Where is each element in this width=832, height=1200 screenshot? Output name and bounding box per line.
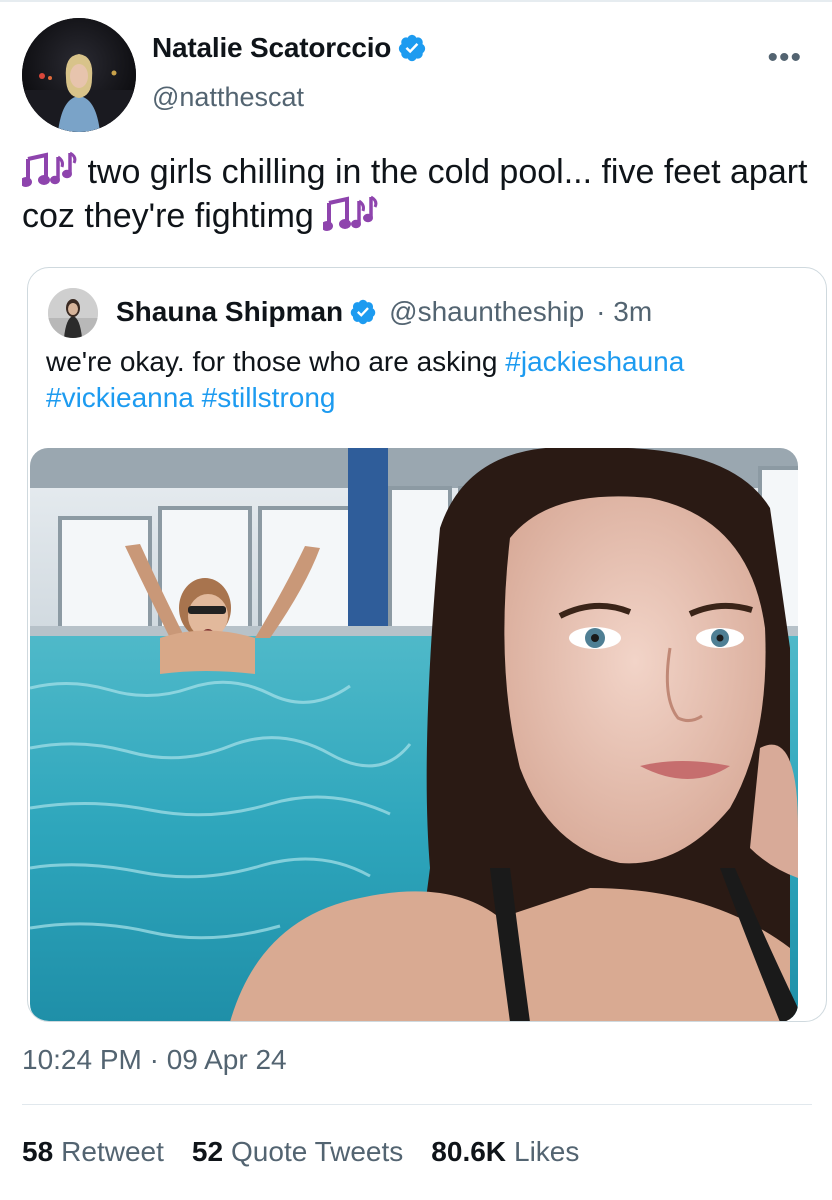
quoted-time: · 3m (596, 296, 653, 327)
likes-stat[interactable]: 80.6K Likes (431, 1136, 579, 1168)
verified-badge-icon (350, 299, 376, 325)
quoted-tweet-photo[interactable] (30, 448, 798, 1021)
quotes-stat[interactable]: 52 Quote Tweets (192, 1136, 403, 1168)
quoted-body: we're okay. for those who are asking (46, 346, 498, 377)
quoted-tweet-card[interactable]: Shauna Shipman @shauntheship · 3m we're … (27, 267, 827, 1022)
engagement-stats: 58 Retweet 52 Quote Tweets 80.6K Likes (22, 1136, 579, 1168)
musical-notes-icon (323, 195, 378, 231)
quoted-author-avatar[interactable] (48, 288, 98, 338)
top-divider (0, 0, 832, 2)
tweet-detail-page: Natalie Scatorccio @natthescat ••• two g… (0, 0, 832, 1200)
quotes-label: Quote Tweets (231, 1136, 404, 1167)
quotes-count: 52 (191, 1136, 224, 1167)
quoted-handle[interactable]: @shauntheship (389, 296, 584, 328)
hashtag-link[interactable]: #jackieshauna (505, 346, 684, 377)
tweet-header: Natalie Scatorccio @natthescat ••• (22, 18, 812, 132)
tweet-text: two girls chilling in the cold pool... f… (22, 150, 812, 238)
quoted-tweet-text: we're okay. for those who are asking #ja… (46, 344, 806, 416)
author-name-row: Natalie Scatorccio (152, 32, 427, 64)
author-avatar[interactable] (22, 18, 136, 132)
hashtag-link[interactable]: #vickieanna (46, 382, 194, 413)
quoted-display-name[interactable]: Shauna Shipman (116, 296, 343, 328)
stats-divider (22, 1104, 812, 1105)
more-options-icon[interactable]: ••• (767, 43, 802, 73)
quoted-name-row: Shauna Shipman @shauntheship · 3m (116, 296, 652, 328)
retweets-stat[interactable]: 58 Retweet (22, 1136, 164, 1168)
likes-label: Likes (514, 1136, 580, 1167)
tweet-timestamp[interactable]: 10:24 PM · 09 Apr 24 (22, 1044, 287, 1076)
verified-badge-icon (399, 34, 426, 62)
hashtag-link[interactable]: #stillstrong (202, 382, 336, 413)
musical-notes-icon (22, 151, 77, 187)
retweets-label: Retweet (61, 1136, 164, 1167)
author-handle[interactable]: @natthescat (152, 82, 304, 113)
tweet-body: two girls chilling in the cold pool... f… (22, 153, 808, 235)
author-display-name[interactable]: Natalie Scatorccio (152, 32, 391, 64)
retweets-count: 58 (22, 1136, 54, 1167)
likes-count: 80.6K (431, 1136, 507, 1167)
